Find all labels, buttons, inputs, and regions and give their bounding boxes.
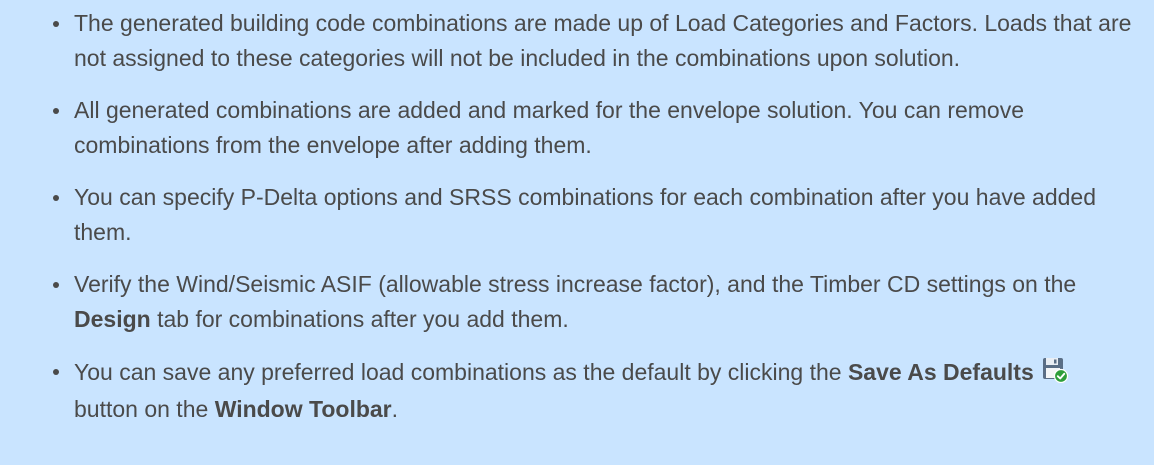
bullet-text: Verify the Wind/Seismic ASIF (allowable … xyxy=(74,271,1077,297)
window-toolbar-label: Window Toolbar xyxy=(214,396,392,422)
list-item: You can specify P-Delta options and SRSS… xyxy=(53,180,1134,250)
notes-panel: The generated building code combinations… xyxy=(0,0,1154,465)
bullet-text: . xyxy=(391,396,399,422)
bullet-text: tab for combinations after you add them. xyxy=(150,306,569,332)
design-tab-label: Design xyxy=(74,306,151,332)
bullet-text: All generated combinations are added and… xyxy=(74,97,1025,158)
bullet-text: The generated building code combinations… xyxy=(74,10,1132,71)
bullet-text: You can save any preferred load combinat… xyxy=(74,359,848,385)
list-item: The generated building code combinations… xyxy=(53,6,1134,76)
bullet-text: button on the xyxy=(74,396,215,422)
save-as-defaults-label: Save As Defaults xyxy=(847,359,1034,385)
list-item: All generated combinations are added and… xyxy=(53,93,1134,163)
list-item: Verify the Wind/Seismic ASIF (allowable … xyxy=(53,267,1134,337)
notes-list: The generated building code combinations… xyxy=(53,6,1134,428)
list-item: You can save any preferred load combinat… xyxy=(53,354,1134,428)
save-as-defaults-icon xyxy=(1042,357,1068,384)
bullet-text: You can specify P-Delta options and SRSS… xyxy=(74,184,1096,245)
